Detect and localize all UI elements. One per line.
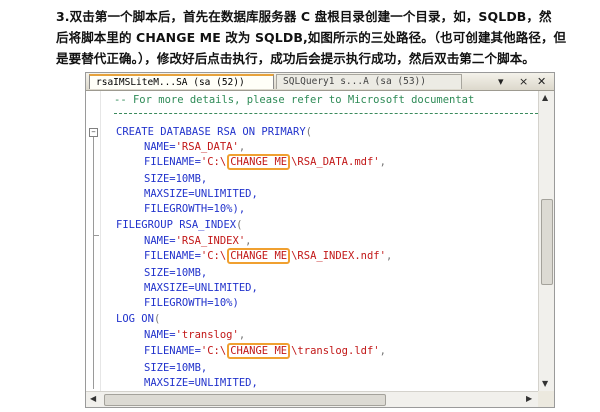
tab-label: rsaIMSLiteM...SA (sa (52)) (96, 77, 245, 88)
instruction-line-2: 后将脚本里的 CHANGE ME 改为 SQLDB,如图所示的三处路径。（也可创… (56, 30, 567, 45)
code-comment-line: -- For more details, please refer to Mic… (114, 94, 475, 106)
code-line-maxsize-2: MAXSIZE=UNLIMITED, (144, 282, 258, 294)
code-line-log-on: LOG ON( (116, 313, 161, 325)
code-line-filename-index: FILENAME='C:\ CHANGE ME \RSA_INDEX.ndf', (144, 248, 393, 264)
tab-strip: rsaIMSLiteM...SA (sa (52)) SQLQuery1 s..… (86, 73, 554, 91)
code-line-size-3: SIZE=10MB, (144, 362, 208, 374)
scroll-right-arrow-icon[interactable]: ▶ (526, 394, 532, 403)
collapse-toggle-icon[interactable]: − (89, 128, 98, 137)
code-line-filegroup: FILEGROUP RSA_INDEX( (116, 219, 243, 231)
change-me-highlight: CHANGE ME (227, 248, 291, 264)
code-area[interactable]: − -- For more details, please refer to M… (86, 91, 538, 391)
instruction-line-1: 3.双击第一个脚本后，首先在数据库服务器 C 盘根目录创建一个目录，如，SQLD… (56, 9, 552, 24)
comment-separator (114, 113, 538, 114)
vertical-scroll-thumb[interactable] (541, 199, 553, 285)
scroll-down-arrow-icon[interactable]: ▼ (542, 379, 548, 388)
code-line-name-index: NAME='RSA_INDEX', (144, 235, 252, 247)
tab-close-icon[interactable]: × (519, 74, 528, 89)
code-line-create: CREATE DATABASE RSA ON PRIMARY( (116, 126, 312, 138)
tab-list-dropdown-icon[interactable]: ▾ (498, 74, 504, 89)
tab-label: SQLQuery1 s...A (sa (53)) (283, 76, 426, 87)
vertical-scrollbar[interactable]: ▲ ▼ (538, 91, 554, 391)
scroll-left-arrow-icon[interactable]: ◀ (90, 394, 96, 403)
tab-rsa-script[interactable]: rsaIMSLiteM...SA (sa (52)) (89, 74, 274, 89)
code-line-filegrowth-1: FILEGROWTH=10%), (144, 203, 246, 215)
horizontal-scroll-thumb[interactable] (104, 394, 386, 406)
change-me-highlight: CHANGE ME (227, 343, 291, 359)
code-line-size-1: SIZE=10MB, (144, 173, 208, 185)
code-line-filename-data: FILENAME='C:\ CHANGE ME \RSA_DATA.mdf', (144, 154, 386, 170)
instruction-text: 3.双击第一个脚本后，首先在数据库服务器 C 盘根目录创建一个目录，如，SQLD… (56, 6, 592, 69)
instruction-line-3: 是要替代正确。），修改好后点击执行，成功后会提示执行成功，然后双击第二个脚本。 (56, 51, 535, 66)
code-line-filename-log: FILENAME='C:\ CHANGE ME \translog.ldf', (144, 343, 386, 359)
scroll-up-arrow-icon[interactable]: ▲ (542, 93, 548, 102)
change-me-highlight: CHANGE ME (227, 154, 291, 170)
close-icon[interactable]: ✕ (537, 74, 546, 89)
code-line-filegrowth-2: FILEGROWTH=10%) (144, 297, 239, 309)
code-line-maxsize-1: MAXSIZE=UNLIMITED, (144, 188, 258, 200)
scrollbar-corner (538, 391, 554, 407)
code-line-size-2: SIZE=10MB, (144, 267, 208, 279)
code-line-maxsize-3: MAXSIZE=UNLIMITED, (144, 377, 258, 389)
outline-gutter: − (86, 91, 101, 391)
sql-editor-window: rsaIMSLiteM...SA (sa (52)) SQLQuery1 s..… (85, 72, 555, 408)
tab-sqlquery1[interactable]: SQLQuery1 s...A (sa (53)) (276, 74, 462, 89)
horizontal-scrollbar[interactable]: ◀ ▶ (86, 391, 538, 407)
code-line-name-data: NAME='RSA_DATA', (144, 141, 246, 153)
code-line-name-log: NAME='translog', (144, 329, 246, 341)
